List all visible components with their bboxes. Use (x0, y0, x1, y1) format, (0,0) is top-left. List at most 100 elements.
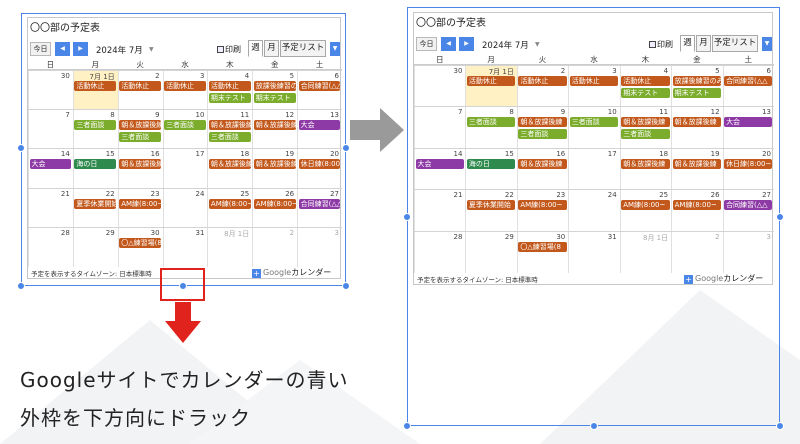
day-cell[interactable]: 23 (516, 190, 568, 232)
day-number[interactable]: 28 (61, 229, 70, 237)
day-number[interactable]: 26 (285, 190, 294, 198)
day-number[interactable]: 27 (762, 191, 771, 199)
day-number[interactable]: 8 (110, 111, 114, 119)
day-number[interactable]: 12 (285, 111, 294, 119)
event-chip[interactable]: 大会 (724, 117, 773, 128)
event-chip[interactable]: 大会 (415, 158, 464, 169)
day-number[interactable]: 6 (335, 72, 339, 80)
day-number[interactable]: 29 (505, 233, 514, 241)
day-number[interactable]: 2 (290, 229, 294, 237)
day-cell[interactable]: 31 (568, 231, 619, 273)
event-chip[interactable]: 〇△練習場(8 (518, 241, 567, 252)
day-cell[interactable]: 17 (162, 149, 208, 189)
day-cell[interactable]: 21 (28, 188, 73, 228)
day-number[interactable]: 9 (561, 108, 565, 116)
event-chip[interactable]: 活動休止 (208, 81, 251, 91)
event-chip[interactable]: AM練(8:00~ (672, 200, 722, 211)
day-number[interactable]: 23 (151, 190, 160, 198)
event-chip[interactable]: 合同練習(△△ (298, 198, 341, 209)
event-chip[interactable]: AM練(8:00~ (518, 200, 567, 211)
day-cell[interactable]: 27 (722, 190, 774, 232)
print-button[interactable]: 印刷 (217, 44, 241, 55)
day-number[interactable]: 21 (454, 191, 463, 199)
day-cell[interactable]: 8月 1日 (619, 231, 671, 273)
resize-handle-bottom-left[interactable] (17, 282, 25, 290)
day-number[interactable]: 25 (240, 190, 249, 198)
prev-month-button[interactable]: ◀ (441, 37, 456, 51)
event-chip[interactable]: 朝＆放課後練 (119, 120, 162, 131)
event-chip[interactable]: 三者面談 (621, 129, 670, 140)
day-cell[interactable]: 6 (722, 66, 774, 108)
next-month-button[interactable]: ▶ (459, 37, 474, 51)
resize-handle-bottom[interactable] (590, 422, 598, 430)
day-cell[interactable]: 29 (72, 227, 118, 267)
event-chip[interactable]: 朝＆放課後練 (621, 117, 670, 128)
tab-view-2[interactable]: 予定リスト (712, 35, 758, 52)
event-chip[interactable]: 朝＆放課後練 (518, 117, 567, 128)
day-number[interactable]: 10 (195, 111, 204, 119)
day-number[interactable]: 6 (767, 67, 771, 75)
event-chip[interactable]: 朝＆放課後練 (119, 159, 162, 170)
tab-view-0[interactable]: 週 (248, 40, 263, 57)
tab-view-0[interactable]: 週 (680, 35, 695, 52)
event-chip[interactable]: 朝＆放課後練 (621, 158, 670, 169)
event-chip[interactable]: 休日練(8:00~ (298, 159, 341, 170)
day-cell[interactable]: 30 (414, 66, 465, 108)
day-number[interactable]: 15 (505, 150, 514, 158)
day-number[interactable]: 31 (195, 229, 204, 237)
event-chip[interactable]: AM練(8:00~ (253, 198, 296, 209)
day-cell[interactable]: 15 (465, 148, 516, 191)
print-button[interactable]: 印刷 (649, 39, 673, 50)
day-cell[interactable]: 9 (516, 107, 568, 149)
event-chip[interactable]: 朝＆放課後練 (208, 159, 251, 170)
day-number[interactable]: 7 (65, 111, 69, 119)
day-cell[interactable]: 7 (28, 110, 73, 150)
day-cell[interactable]: 3 (722, 231, 774, 273)
day-cell[interactable]: 29 (465, 231, 516, 273)
event-chip[interactable]: 三者面談 (74, 120, 117, 131)
day-number[interactable]: 17 (195, 150, 204, 158)
day-number[interactable]: 24 (608, 191, 617, 199)
tab-view-1[interactable]: 月 (264, 40, 279, 57)
day-cell[interactable]: 10 (568, 107, 619, 149)
day-cell[interactable]: 4 (619, 66, 671, 108)
event-chip[interactable]: 朝＆放課後練 (253, 120, 296, 131)
event-chip[interactable]: 合同練習(△△ (298, 81, 341, 91)
day-cell[interactable]: 28 (414, 231, 465, 273)
day-number[interactable]: 16 (556, 150, 565, 158)
day-number[interactable]: 30 (454, 67, 463, 75)
day-cell[interactable]: 25 (619, 190, 671, 232)
day-number[interactable]: 22 (106, 190, 115, 198)
day-number[interactable]: 20 (762, 150, 771, 158)
event-chip[interactable]: 三者面談 (569, 117, 619, 128)
day-number[interactable]: 7 (458, 108, 462, 116)
day-cell[interactable]: 30 (28, 71, 73, 111)
google-calendar-badge[interactable]: + Googleカレンダー (252, 267, 331, 278)
day-number[interactable]: 4 (245, 72, 249, 80)
day-number[interactable]: 19 (285, 150, 294, 158)
event-chip[interactable]: 活動休止 (569, 76, 619, 86)
event-chip[interactable]: 海の日 (466, 158, 516, 169)
day-number[interactable]: 5 (715, 67, 719, 75)
day-cell[interactable]: 31 (162, 227, 208, 267)
day-cell[interactable]: 18 (619, 148, 671, 191)
event-chip[interactable]: 大会 (298, 120, 341, 131)
day-number[interactable]: 3 (200, 72, 204, 80)
day-number[interactable]: 18 (659, 150, 668, 158)
day-number[interactable]: 14 (61, 150, 70, 158)
day-cell[interactable]: 17 (568, 148, 619, 191)
day-number[interactable]: 30 (556, 233, 565, 241)
event-chip[interactable]: 三者面談 (518, 129, 567, 140)
day-cell[interactable]: 3 (568, 66, 619, 108)
day-number[interactable]: 14 (454, 150, 463, 158)
day-cell[interactable]: 3 (297, 227, 342, 267)
day-number[interactable]: 18 (240, 150, 249, 158)
day-number[interactable]: 22 (505, 191, 514, 199)
resize-handle-left[interactable] (17, 144, 25, 152)
day-number[interactable]: 11 (240, 111, 249, 119)
day-number[interactable]: 25 (659, 191, 668, 199)
event-chip[interactable]: 休日練(8:00~ (724, 158, 773, 169)
event-chip[interactable]: AM練(8:00~ (119, 198, 162, 209)
month-dropdown-icon[interactable]: ▼ (535, 41, 540, 48)
tab-view-2[interactable]: 予定リスト (280, 40, 326, 57)
